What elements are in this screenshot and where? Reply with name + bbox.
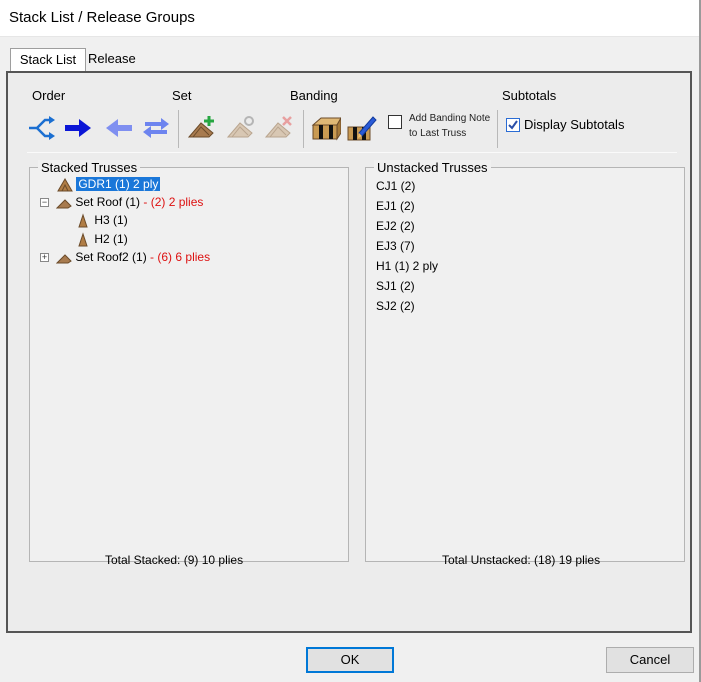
tree-item-gdr1[interactable]: GDR1 (1) 2 ply xyxy=(57,175,161,193)
tree-item-label: H3 (1) xyxy=(94,213,128,227)
cancel-button[interactable]: Cancel xyxy=(606,647,694,673)
tab-release-groups[interactable]: Release Groups xyxy=(84,48,140,88)
tree-item-label: Set Roof2 (1) xyxy=(75,250,147,264)
add-banding-note-icon[interactable] xyxy=(347,113,377,143)
tree-item-label: Set Roof (1) xyxy=(75,195,141,209)
set-icon xyxy=(56,254,72,264)
collapse-icon[interactable]: − xyxy=(40,198,49,207)
stacked-trusses-title: Stacked Trusses xyxy=(38,160,141,175)
toolbar-separator xyxy=(178,110,179,148)
shuffle-arrows-icon[interactable] xyxy=(27,113,57,143)
truss-icon xyxy=(78,213,88,228)
tree-item-subtotal: - (2) 2 plies xyxy=(140,195,204,209)
unstacked-trusses-title: Unstacked Trusses xyxy=(374,160,491,175)
tree-item-h2[interactable]: H2 (1) xyxy=(75,230,128,248)
list-item[interactable]: EJ3 (7) xyxy=(376,237,415,255)
checkmark-icon xyxy=(508,120,518,130)
total-unstacked: Total Unstacked: (18) 19 plies xyxy=(442,553,601,567)
subtotals-label: Subtotals xyxy=(502,88,557,103)
tree-item-label: H2 (1) xyxy=(94,232,128,246)
truss-icon xyxy=(78,232,88,247)
list-item[interactable]: EJ2 (2) xyxy=(376,217,415,235)
tree-item-label: GDR1 (1) 2 ply xyxy=(76,177,161,191)
tree-item-h3[interactable]: H3 (1) xyxy=(75,211,128,229)
window-title: Stack List / Release Groups xyxy=(9,9,195,26)
set-icon xyxy=(56,199,72,209)
toolbar-divider xyxy=(27,152,677,153)
tree-item-set-roof2[interactable]: Set Roof2 (1) - (6) 6 plies xyxy=(56,248,210,266)
total-stacked: Total Stacked: (9) 10 plies xyxy=(105,553,244,567)
delete-set-icon[interactable] xyxy=(264,113,294,143)
order-label: Order xyxy=(32,88,66,103)
expand-icon[interactable]: + xyxy=(40,253,49,262)
list-item[interactable]: H1 (1) 2 ply xyxy=(376,257,438,275)
edit-set-icon[interactable] xyxy=(226,113,256,143)
arrow-left-icon[interactable] xyxy=(104,113,134,143)
title-bar: Stack List / Release Groups xyxy=(0,0,701,37)
banding-label: Banding xyxy=(290,88,338,103)
arrow-right-icon[interactable] xyxy=(63,113,93,143)
tree-item-subtotal: - (6) 6 plies xyxy=(146,250,211,264)
set-label: Set xyxy=(172,88,192,103)
truss-icon xyxy=(57,177,73,192)
display-subtotals-checkbox[interactable] xyxy=(506,118,520,132)
list-item[interactable]: SJ1 (2) xyxy=(376,277,415,295)
list-item[interactable]: SJ2 (2) xyxy=(376,297,415,315)
toolbar-separator xyxy=(303,110,304,148)
add-banding-note-line2: to Last Truss xyxy=(409,128,467,139)
add-banding-note-line1: Add Banding Note xyxy=(409,113,491,124)
list-item[interactable]: CJ1 (2) xyxy=(376,177,415,195)
add-banding-note-checkbox[interactable] xyxy=(388,115,402,129)
tab-stack-list[interactable]: Stack List xyxy=(10,48,86,71)
add-set-icon[interactable] xyxy=(187,113,217,143)
display-subtotals-label: Display Subtotals xyxy=(524,117,625,132)
add-banding-note-label: Add Banding Note to Last Truss xyxy=(409,111,490,141)
banding-icon[interactable] xyxy=(311,113,341,143)
list-item[interactable]: EJ1 (2) xyxy=(376,197,415,215)
toolbar-separator xyxy=(497,110,498,148)
tree-item-set-roof[interactable]: Set Roof (1) - (2) 2 plies xyxy=(56,193,203,211)
swap-arrows-icon[interactable] xyxy=(141,113,171,143)
ok-button[interactable]: OK xyxy=(306,647,394,673)
